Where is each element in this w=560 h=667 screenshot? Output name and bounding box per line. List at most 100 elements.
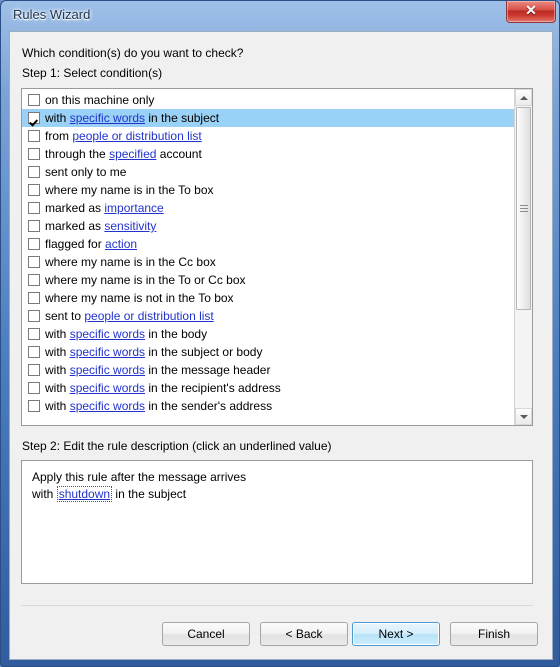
condition-value-link[interactable]: specific words xyxy=(70,363,145,377)
condition-text: with xyxy=(45,363,70,377)
title-bar[interactable]: Rules Wizard ✕ xyxy=(1,1,560,31)
condition-text: with xyxy=(45,327,70,341)
condition-value-link[interactable]: importance xyxy=(104,201,163,215)
condition-label: with specific words in the recipient's a… xyxy=(45,381,281,395)
condition-label: sent to people or distribution list xyxy=(45,309,214,323)
condition-row[interactable]: on this machine only xyxy=(22,91,514,109)
condition-row[interactable]: with specific words in the subject or bo… xyxy=(22,343,514,361)
condition-row[interactable]: through the specified account xyxy=(22,145,514,163)
condition-text: marked as xyxy=(45,201,105,215)
condition-value-link[interactable]: specific words xyxy=(70,327,145,341)
condition-value-link[interactable]: specific words xyxy=(70,381,145,395)
condition-text: in the sender's address xyxy=(145,399,273,413)
checkbox-icon[interactable] xyxy=(28,292,40,304)
condition-row[interactable]: sent only to me xyxy=(22,163,514,181)
condition-row[interactable]: from people or distribution list xyxy=(22,127,514,145)
condition-row[interactable]: with specific words in the sender's addr… xyxy=(22,397,514,415)
description-line-1: Apply this rule after the message arrive… xyxy=(32,470,247,484)
checkbox-icon[interactable] xyxy=(28,328,40,340)
checkbox-icon[interactable] xyxy=(28,130,40,142)
rule-description-box[interactable]: Apply this rule after the message arrive… xyxy=(21,460,533,584)
condition-value-link[interactable]: action xyxy=(105,237,137,251)
rules-wizard-window: Rules Wizard ✕ Which condition(s) do you… xyxy=(0,0,560,667)
condition-text: in the message header xyxy=(145,363,271,377)
condition-row[interactable]: marked as importance xyxy=(22,199,514,217)
checkbox-icon[interactable] xyxy=(28,148,40,160)
checkbox-icon[interactable] xyxy=(28,166,40,178)
description-line-2: with shutdown in the subject xyxy=(32,486,522,503)
checkbox-icon[interactable] xyxy=(28,256,40,268)
condition-text: where my name is in the To box xyxy=(45,183,214,197)
checkbox-icon[interactable] xyxy=(28,382,40,394)
condition-row[interactable]: where my name is in the Cc box xyxy=(22,253,514,271)
condition-row[interactable]: where my name is not in the To box xyxy=(22,289,514,307)
condition-label: marked as sensitivity xyxy=(45,219,156,233)
condition-label: through the specified account xyxy=(45,147,202,161)
condition-text: from xyxy=(45,129,73,143)
checkbox-icon[interactable] xyxy=(28,364,40,376)
condition-row[interactable]: with specific words in the recipient's a… xyxy=(22,379,514,397)
condition-row[interactable]: flagged for action xyxy=(22,235,514,253)
condition-label: with specific words in the message heade… xyxy=(45,363,270,377)
condition-label: with specific words in the sender's addr… xyxy=(45,399,272,413)
condition-value-link[interactable]: specific words xyxy=(70,399,145,413)
condition-value-link[interactable]: sensitivity xyxy=(104,219,156,233)
close-icon[interactable]: ✕ xyxy=(506,1,556,23)
condition-label: sent only to me xyxy=(45,165,126,179)
question-label: Which condition(s) do you want to check? xyxy=(22,46,244,60)
scrollbar-thumb[interactable] xyxy=(516,107,531,310)
close-glyph: ✕ xyxy=(525,2,537,18)
scroll-up-arrow-icon[interactable] xyxy=(515,89,532,106)
condition-label: where my name is not in the To box xyxy=(45,291,234,305)
checkbox-icon[interactable] xyxy=(28,310,40,322)
scrollbar-grip-icon xyxy=(520,204,528,213)
conditions-list: on this machine only with specific words … xyxy=(22,91,514,415)
condition-label: with specific words in the subject xyxy=(45,111,219,125)
condition-row[interactable]: marked as sensitivity xyxy=(22,217,514,235)
condition-row[interactable]: with specific words in the subject xyxy=(22,109,514,127)
condition-row[interactable]: where my name is in the To or Cc box xyxy=(22,271,514,289)
footer-separator xyxy=(21,605,533,606)
condition-text: where my name is in the To or Cc box xyxy=(45,273,246,287)
next-button[interactable]: Next > xyxy=(352,622,440,646)
condition-value-link[interactable]: people or distribution list xyxy=(72,129,201,143)
condition-text: in the subject or body xyxy=(145,345,263,359)
condition-text: in the recipient's address xyxy=(145,381,281,395)
description-value-link[interactable]: shutdown xyxy=(56,486,113,502)
conditions-listbox[interactable]: on this machine only with specific words … xyxy=(21,88,533,426)
condition-label: flagged for action xyxy=(45,237,137,251)
checkbox-icon[interactable] xyxy=(28,346,40,358)
down-arrow-glyph xyxy=(519,414,528,419)
condition-row[interactable]: sent to people or distribution list xyxy=(22,307,514,325)
condition-label: with specific words in the subject or bo… xyxy=(45,345,262,359)
cancel-button[interactable]: Cancel xyxy=(162,622,250,646)
condition-label: with specific words in the body xyxy=(45,327,207,341)
checkbox-icon[interactable] xyxy=(28,274,40,286)
scroll-down-arrow-icon[interactable] xyxy=(515,408,532,425)
dialog-client-area: Which condition(s) do you want to check?… xyxy=(9,31,553,660)
checkbox-icon[interactable] xyxy=(28,220,40,232)
condition-value-link[interactable]: specific words xyxy=(70,345,145,359)
condition-label: where my name is in the To box xyxy=(45,183,214,197)
checkbox-icon[interactable] xyxy=(28,202,40,214)
condition-value-link[interactable]: people or distribution list xyxy=(84,309,213,323)
condition-row[interactable]: where my name is in the To box xyxy=(22,181,514,199)
checkbox-icon[interactable] xyxy=(28,184,40,196)
condition-row[interactable]: with specific words in the message heade… xyxy=(22,361,514,379)
checkbox-icon[interactable] xyxy=(28,400,40,412)
checkbox-icon[interactable] xyxy=(28,94,40,106)
checkbox-checked-icon[interactable] xyxy=(28,112,40,124)
condition-value-link[interactable]: specific words xyxy=(70,111,145,125)
condition-value-link[interactable]: specified xyxy=(109,147,156,161)
checkbox-icon[interactable] xyxy=(28,238,40,250)
condition-text: marked as xyxy=(45,219,105,233)
finish-button[interactable]: Finish xyxy=(450,622,538,646)
step1-label: Step 1: Select condition(s) xyxy=(22,66,163,80)
condition-text: with xyxy=(45,345,70,359)
listbox-scrollbar[interactable] xyxy=(514,89,532,425)
condition-text: in the subject xyxy=(145,111,220,125)
back-button[interactable]: < Back xyxy=(260,622,348,646)
condition-row[interactable]: with specific words in the body xyxy=(22,325,514,343)
condition-text: flagged for xyxy=(45,237,106,251)
condition-label: where my name is in the To or Cc box xyxy=(45,273,246,287)
